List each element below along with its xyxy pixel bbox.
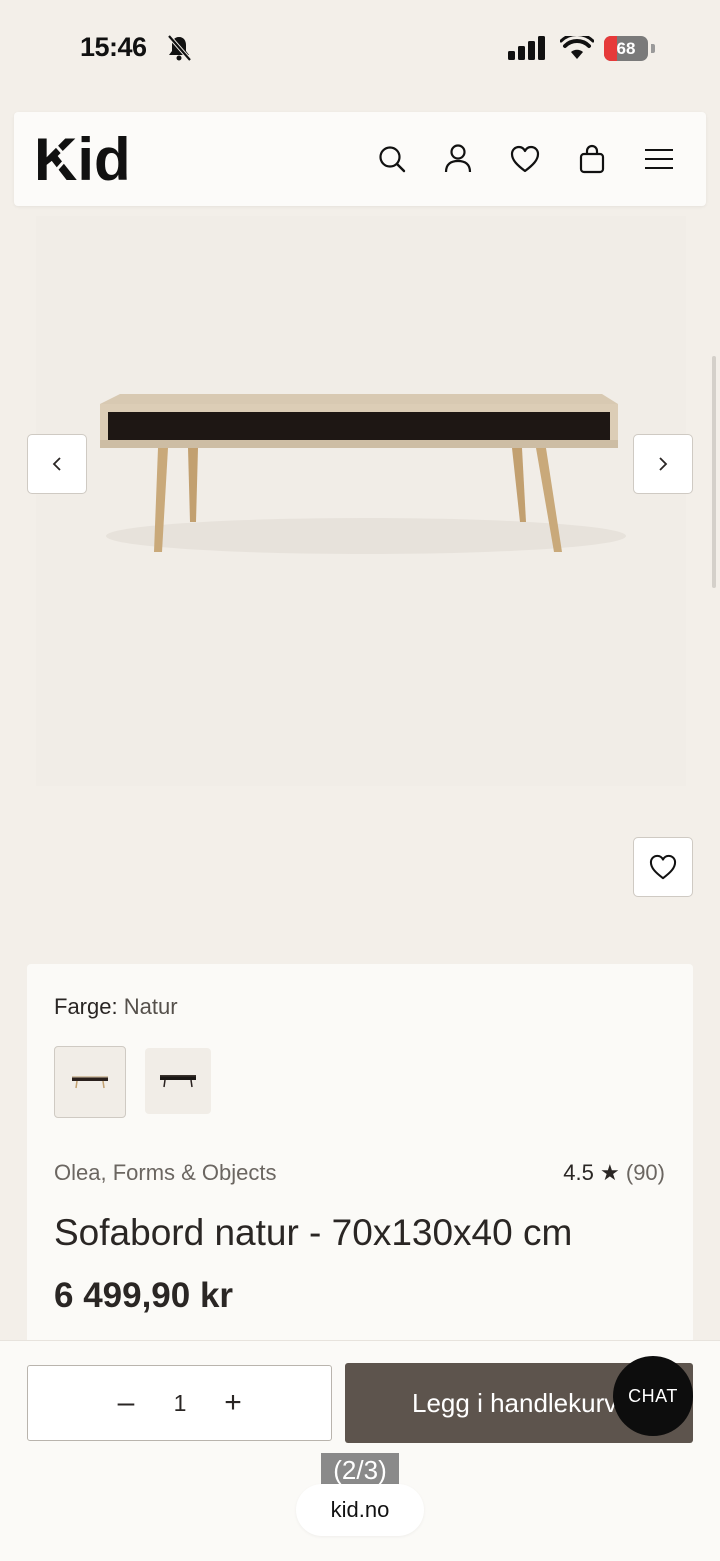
- color-swatch-natur[interactable]: [54, 1046, 126, 1118]
- quantity-decrease-button[interactable]: –: [96, 1366, 156, 1440]
- add-to-favorites-button[interactable]: [633, 837, 693, 897]
- color-selector-label: Farge: Natur: [54, 994, 178, 1020]
- star-icon: ★: [600, 1160, 620, 1185]
- product-brand[interactable]: Olea, Forms & Objects: [54, 1160, 277, 1186]
- status-time: 15:46: [80, 32, 147, 62]
- product-image-coffee-table[interactable]: [36, 216, 686, 786]
- review-count: (90): [625, 1160, 665, 1185]
- color-label: Farge:: [54, 994, 118, 1019]
- rating-value: 4.5: [563, 1160, 594, 1185]
- battery-percent: 68: [616, 39, 636, 58]
- chevron-right-icon: [659, 457, 668, 471]
- product-info-card: Farge: Natur Olea, Forms & Objects 4.5 ★…: [27, 964, 693, 1384]
- battery-indicator: 68: [604, 36, 648, 61]
- swatch-thumbnail-alt: [160, 1075, 196, 1088]
- quantity-value[interactable]: 1: [158, 1366, 202, 1440]
- color-value: Natur: [123, 994, 178, 1019]
- product-price: 6 499,90 kr: [54, 1276, 234, 1315]
- signal-icon: [508, 36, 545, 60]
- heart-icon: [649, 854, 677, 880]
- bell-muted-icon: [167, 34, 192, 62]
- scrollbar[interactable]: [712, 356, 716, 588]
- kid-logo[interactable]: Kid: [34, 124, 134, 194]
- gallery-next-button[interactable]: [633, 434, 693, 494]
- quantity-stepper: – 1 +: [27, 1365, 332, 1441]
- menu-icon[interactable]: [639, 139, 679, 179]
- gallery-prev-button[interactable]: [27, 434, 87, 494]
- account-icon[interactable]: [438, 139, 478, 179]
- product-gallery: [0, 206, 720, 956]
- product-rating[interactable]: 4.5 ★ (90): [563, 1160, 665, 1186]
- page-counter: (2/3): [321, 1453, 399, 1487]
- search-icon[interactable]: [372, 139, 412, 179]
- product-title: Sofabord natur - 70x130x40 cm: [54, 1212, 573, 1253]
- wifi-icon: [560, 36, 594, 59]
- browser-url[interactable]: kid.no: [296, 1484, 424, 1536]
- svg-text:Kid: Kid: [34, 126, 131, 193]
- chat-button[interactable]: CHAT: [613, 1356, 693, 1436]
- wishlist-heart-icon[interactable]: [505, 139, 545, 179]
- quantity-increase-button[interactable]: +: [203, 1366, 263, 1440]
- chevron-left-icon: [52, 457, 61, 471]
- battery-tip: [651, 44, 655, 53]
- status-bar: 15:46 68: [0, 0, 720, 100]
- color-swatch-alt[interactable]: [145, 1048, 211, 1114]
- swatch-thumbnail-natur: [72, 1076, 108, 1089]
- site-header: Kid: [14, 112, 706, 206]
- shopping-bag-icon[interactable]: [572, 139, 612, 179]
